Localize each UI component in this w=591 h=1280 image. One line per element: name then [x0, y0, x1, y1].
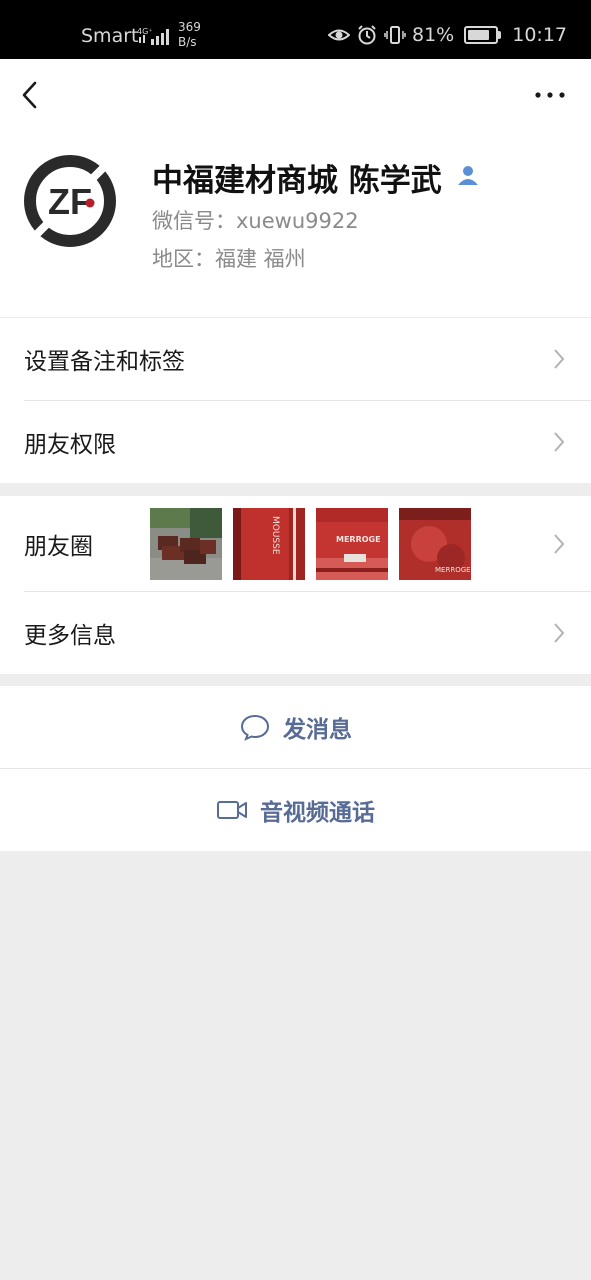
moments-row[interactable]: 朋友圈 MOUSSE MERROGE MERROGE	[0, 496, 591, 591]
video-call-label: 音视频通话	[260, 800, 375, 826]
signal-icon: 4G⁺	[137, 27, 169, 45]
svg-text:MERROGE: MERROGE	[435, 566, 471, 574]
friend-permissions-row[interactable]: 朋友权限	[0, 401, 591, 483]
video-call-button[interactable]: 音视频通话	[0, 769, 591, 851]
more-info-label: 更多信息	[24, 623, 116, 649]
more-info-row[interactable]: 更多信息	[0, 592, 591, 674]
chevron-right-icon	[554, 623, 565, 643]
carrier-name: Smart	[81, 25, 139, 47]
chat-bubble-icon	[240, 714, 270, 741]
status-bar: Smart 4G⁺ 369 B/s 81% 10:17	[0, 0, 591, 59]
vibrate-icon	[384, 26, 406, 44]
friend-permissions-label: 朋友权限	[24, 432, 116, 458]
moments-thumbnail: MOUSSE	[233, 508, 305, 580]
region: 地区：福建 福州	[152, 247, 306, 271]
send-message-label: 发消息	[283, 717, 352, 743]
profile-header: ZF 中福建材商城 陈学武 微信号：xuewu9922 地区：福建 福州	[0, 59, 591, 317]
contact-name: 中福建材商城 陈学武	[152, 163, 442, 199]
svg-text:MERROGE: MERROGE	[336, 535, 381, 544]
battery-icon	[464, 26, 502, 44]
remark-tags-row[interactable]: 设置备注和标签	[0, 318, 591, 400]
chevron-right-icon	[554, 349, 565, 369]
network-speed: 369 B/s	[178, 20, 201, 49]
svg-text:MOUSSE: MOUSSE	[270, 516, 280, 555]
video-camera-icon	[217, 801, 247, 819]
send-message-button[interactable]: 发消息	[0, 686, 591, 768]
back-icon[interactable]	[16, 79, 46, 111]
alarm-icon	[358, 25, 376, 45]
moments-thumbnails: MOUSSE MERROGE MERROGE	[150, 508, 471, 580]
more-options-icon[interactable]	[533, 83, 567, 107]
avatar[interactable]: ZF	[22, 153, 118, 249]
settings-group: 设置备注和标签 朋友权限	[0, 318, 591, 483]
chevron-right-icon	[554, 432, 565, 452]
clock: 10:17	[512, 24, 567, 46]
battery-percent: 81%	[412, 24, 455, 46]
moments-thumbnail: MERROGE	[316, 508, 388, 580]
moments-label: 朋友圈	[24, 533, 93, 560]
moments-thumbnail	[150, 508, 222, 580]
remark-tags-label: 设置备注和标签	[24, 349, 185, 375]
avatar-logo-text: ZF	[48, 181, 92, 222]
moments-thumbnail: MERROGE	[399, 508, 471, 580]
actions-group: 发消息 音视频通话	[0, 686, 591, 851]
eye-icon	[328, 29, 350, 41]
info-group: 朋友圈 MOUSSE MERROGE MERROGE 更多信息	[0, 496, 591, 674]
wechat-id: 微信号：xuewu9922	[152, 209, 359, 233]
network-type: 4G⁺	[137, 27, 153, 36]
chevron-right-icon	[554, 533, 565, 554]
contact-badge-icon	[458, 166, 478, 185]
